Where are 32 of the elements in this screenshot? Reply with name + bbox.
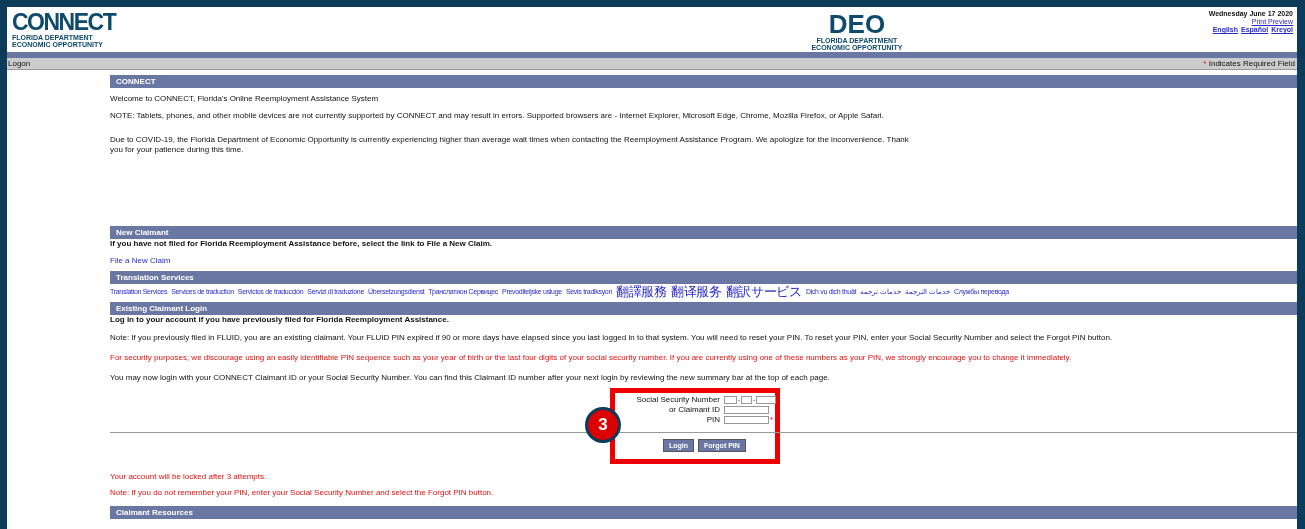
ssn-field[interactable] (741, 395, 752, 404)
step-badge: 3 (585, 406, 621, 443)
section-header: Existing Claimant Login (110, 302, 1297, 316)
ssn-field[interactable] (724, 395, 737, 404)
forgot-pin-note: Note: If you do not remember your PIN, enter your Social Security Number and select the Forgot PIN button. (110, 488, 495, 500)
fluid-note: Note: If you previously filed in FLUID, you are an existing claimant. Your FLUID PIN expired if 90 or more days have elapsed since you last logged in to that system. You will need to reset your PIN. To reset your PIN, enter your Social Security Number and select the Forgot PIN button. (110, 333, 1114, 344)
covid-notice: Due to COVID-19, the Florida Department of Economic Opportunity is currently experiencing higher than average wait times when contacting the Reemployment Assistance Program. We apologize for the inconvenience. Thank you for your patience during this time. (110, 134, 910, 157)
section-header: Claimant Resources (110, 506, 1297, 520)
claimant-id-field[interactable] (724, 405, 769, 414)
claimant-id-label: or Claimant ID (667, 405, 720, 415)
ssn-label: Social Security Number (635, 395, 720, 405)
section-header: CONNECT (110, 75, 1297, 88)
claimant-id-note: You may now login with your CONNECT Claimant ID or your Social Security Number. You can find this Claimant ID number after your next login by reviewing the new summary bar at the top of each page. (110, 372, 831, 384)
translation-link[interactable]: 翻訳サービス (725, 286, 802, 299)
ssn-field[interactable] (756, 395, 776, 404)
translation-link[interactable]: 翻譯服務 (616, 286, 667, 299)
page-label: Logon (8, 58, 31, 69)
security-note: For security purposes, we discourage using an easily identifiable PIN sequence such as your year of birth or the last four digits of your social security number. If you are currently using one of these numbers as your PIN, we strongly encourage you to change it immediately. (110, 353, 1073, 364)
required-note: Indicates Required Field (1208, 59, 1295, 68)
new-claim-intro: If you have not filed for Florida Reemployment Assistance before, select the link to File a New Claim. (110, 239, 493, 249)
required-marker: * (1203, 59, 1207, 68)
section-header: Translation Services (110, 271, 1297, 285)
pin-label: PIN (705, 415, 720, 425)
new-claim-link[interactable]: File a New Claim (110, 256, 1297, 266)
required-marker: * (770, 415, 774, 425)
section-header: New Claimant (110, 226, 1297, 240)
lockout-warning: Your account will be locked after 3 attempts. (110, 471, 268, 483)
welcome-text: Welcome to CONNECT, Florida's Online Reemployment Assistance System (110, 94, 380, 105)
browser-note: NOTE: Tablets, phones, and other mobile devices are not currently supported by CONNECT and may result in errors. Supported browsers are - Internet Explorer, Microsoft Edge, Chrome, Mozilla Firefox, or Apple Safari. (110, 110, 885, 122)
pin-field[interactable] (724, 415, 769, 424)
login-intro: Log in to your account if you have previously filed for Florida Reemployment Assistance. (110, 315, 450, 325)
translation-link[interactable]: 翻译服务 (670, 286, 722, 299)
